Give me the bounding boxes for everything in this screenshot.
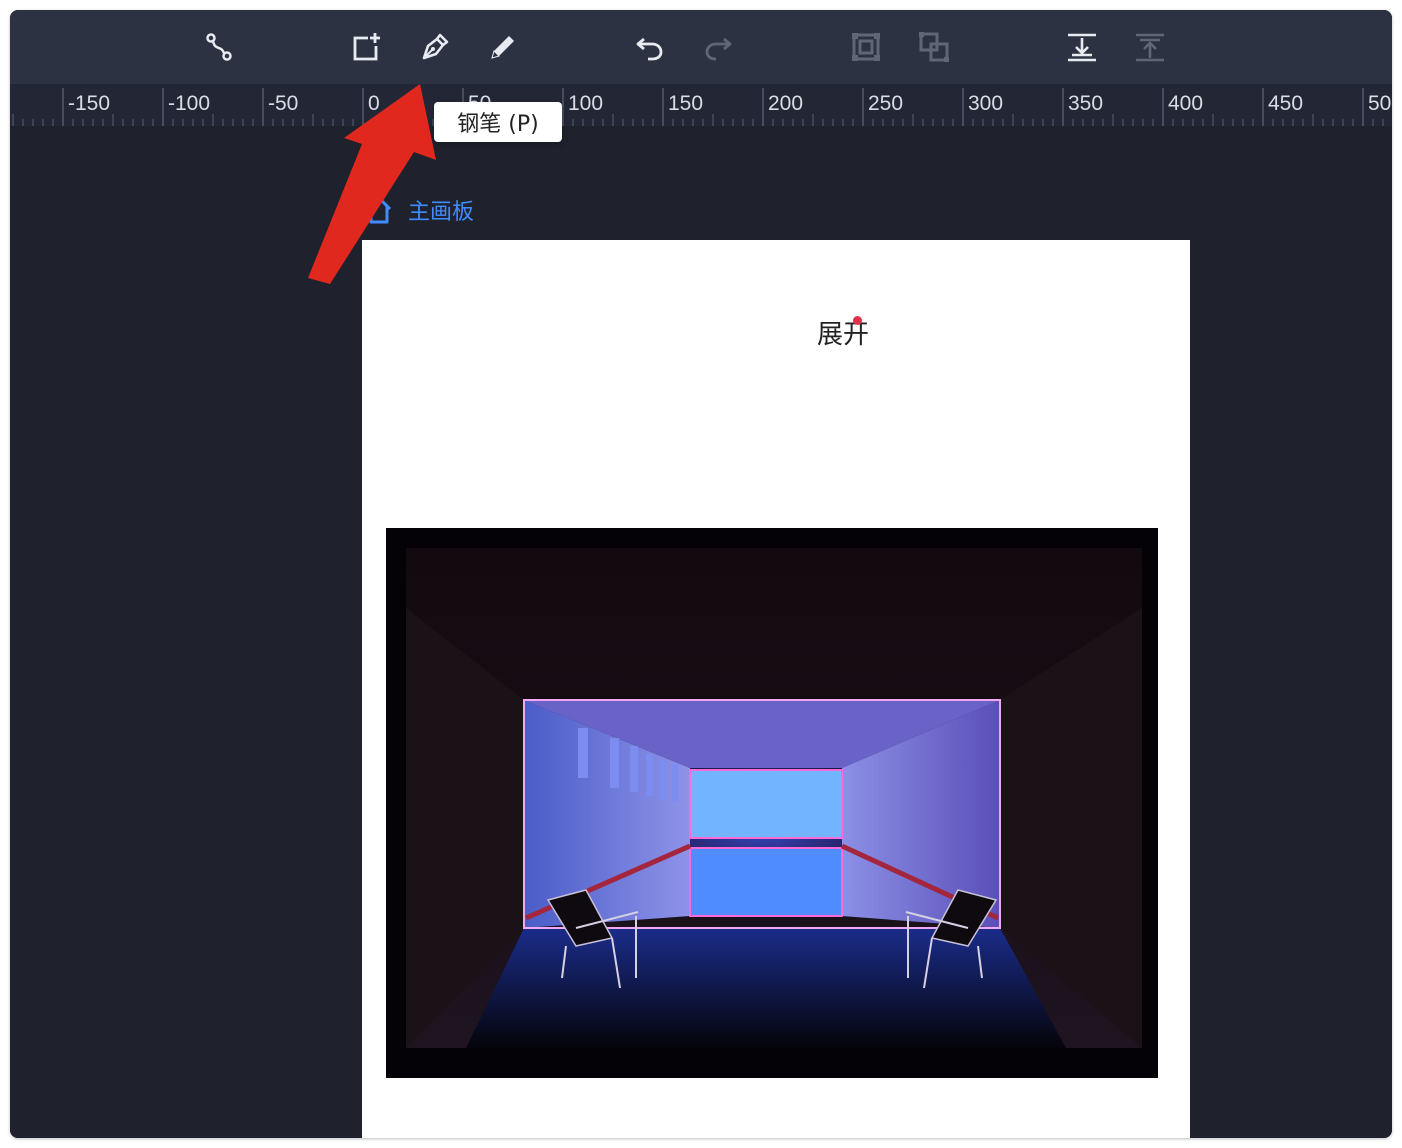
ruler-label: 250: [868, 92, 903, 115]
ruler-label: 0: [368, 92, 380, 115]
ruler-label: -50: [268, 92, 298, 115]
path-tool-button[interactable]: [199, 27, 239, 67]
add-artboard-button[interactable]: [346, 27, 386, 67]
pen-tool-button[interactable]: [414, 27, 454, 67]
ruler-label: 300: [968, 92, 1003, 115]
align-up-icon: [1136, 33, 1164, 62]
ruler-label: 350: [1068, 92, 1103, 115]
ruler-label: -150: [68, 92, 110, 115]
group-button[interactable]: [846, 27, 886, 67]
home-icon: [366, 196, 392, 224]
bezier-path-icon: [206, 33, 232, 61]
toolbar: [10, 10, 1392, 84]
ruler-label: 400: [1168, 92, 1203, 115]
ruler-label: 200: [768, 92, 803, 115]
ruler-label: 150: [668, 92, 703, 115]
horizontal-ruler: 0-150-100-500501001502002503003504004505…: [10, 84, 1392, 127]
redo-button[interactable]: [698, 27, 738, 67]
move-down-button[interactable]: [1062, 27, 1102, 67]
undo-button[interactable]: [630, 27, 670, 67]
anchor-point[interactable]: [853, 316, 862, 325]
main-artboard[interactable]: 展开: [362, 240, 1190, 1138]
ruler-label: 450: [1268, 92, 1303, 115]
artboard-title[interactable]: 主画板: [364, 194, 474, 226]
neon-room-image[interactable]: [386, 528, 1158, 1078]
redo-icon: [705, 37, 732, 61]
ruler-ticks: 0-150-100-500501001502002503003504004505…: [12, 88, 1391, 126]
add-frame-icon: [353, 33, 380, 61]
group-icon: [852, 33, 880, 61]
pencil-icon: [491, 36, 514, 59]
ruler-label: 50: [1368, 92, 1391, 115]
artboard-name: 主画板: [408, 200, 475, 225]
editor-window: 0-150-100-500501001502002503003504004505…: [10, 10, 1392, 1138]
move-up-button[interactable]: [1130, 27, 1170, 67]
ungroup-button[interactable]: [914, 27, 954, 67]
pencil-tool-button[interactable]: [483, 27, 523, 67]
pen-nib-icon: [422, 33, 449, 60]
ungroup-icon: [919, 32, 949, 62]
align-down-icon: [1068, 33, 1096, 62]
pen-tool-tooltip: 钢笔 (P): [434, 102, 562, 142]
ruler-label: 100: [568, 92, 603, 115]
undo-icon: [636, 37, 663, 61]
image-content: [386, 528, 1158, 1078]
ruler-label: -100: [168, 92, 210, 115]
